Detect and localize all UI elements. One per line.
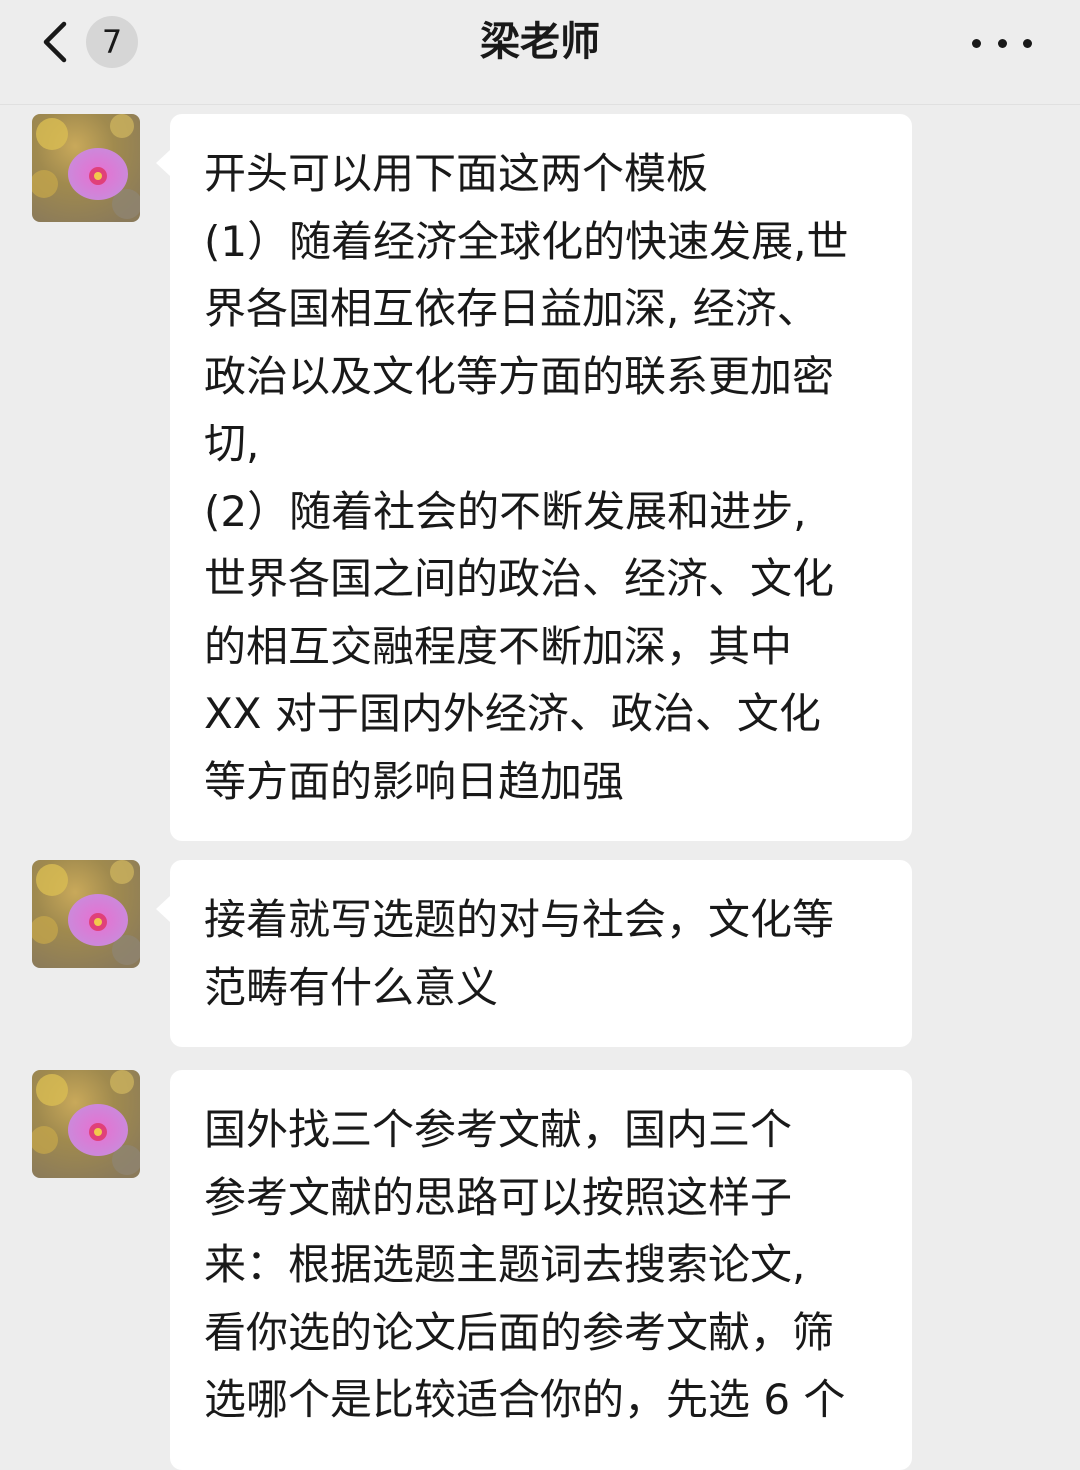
message-text-line: 切, [204, 419, 260, 468]
sender-avatar[interactable] [32, 1070, 140, 1178]
sender-avatar[interactable] [32, 114, 140, 222]
message-text-line: 等方面的影响日趋加强 [204, 756, 625, 806]
message-bubble[interactable]: 接着就写选题的对与社会，文化等 范畴有什么意义 [156, 860, 912, 1047]
header-divider [0, 104, 1080, 105]
flower-avatar-icon [32, 860, 140, 968]
message-text-line: 开头可以用下面这两个模板 [204, 149, 709, 198]
message-text-line: 选哪个是比较适合你的，先选 6 个 [204, 1375, 846, 1424]
message-text-line: 国外找三个参考文献，国内三个 [204, 1105, 793, 1154]
message-text-line: 来：根据选题主题词去搜索论文, [204, 1240, 806, 1289]
more-dots-icon [972, 38, 981, 48]
flower-avatar-icon [32, 114, 140, 222]
message-bubble[interactable]: 国外找三个参考文献，国内三个 参考文献的思路可以按照这样子 来：根据选题主题词去… [170, 1070, 912, 1470]
message-text-line: 参考文献的思路可以按照这样子 [204, 1172, 793, 1222]
message-text-line: 政治以及文化等方面的联系更加密 [204, 351, 835, 401]
more-dots-icon [997, 38, 1007, 48]
more-dots-icon [1023, 38, 1032, 48]
message-text-line: (2）随着社会的不断发展和进步, [204, 486, 807, 536]
message-text-line: 世界各国之间的政治、经济、文化 [204, 554, 835, 603]
message-text-line: 的相互交融程度不断加深，其中 [204, 621, 793, 671]
flower-avatar-icon [32, 1070, 140, 1178]
message-bubble[interactable]: 开头可以用下面这两个模板 (1）随着经济全球化的快速发展,世 界各国相互依存日益… [156, 114, 912, 841]
message-text-line: 范畴有什么意义 [204, 962, 499, 1012]
message-text-line: XX 对于国内外经济、政治、文化 [204, 689, 821, 738]
more-options-button[interactable] [972, 26, 1032, 60]
message-text-line: 看你选的论文后面的参考文献，筛 [204, 1307, 835, 1357]
chat-title: 梁老师 [480, 19, 600, 65]
message-text-line: 界各国相互依存日益加深, 经济、 [204, 284, 819, 333]
message-text-line: (1）随着经济全球化的快速发展,世 [204, 216, 849, 266]
message-text-line: 接着就写选题的对与社会，文化等 [204, 895, 835, 944]
sender-avatar[interactable] [32, 860, 140, 968]
chat-header: 7 梁老师 [0, 0, 1080, 86]
